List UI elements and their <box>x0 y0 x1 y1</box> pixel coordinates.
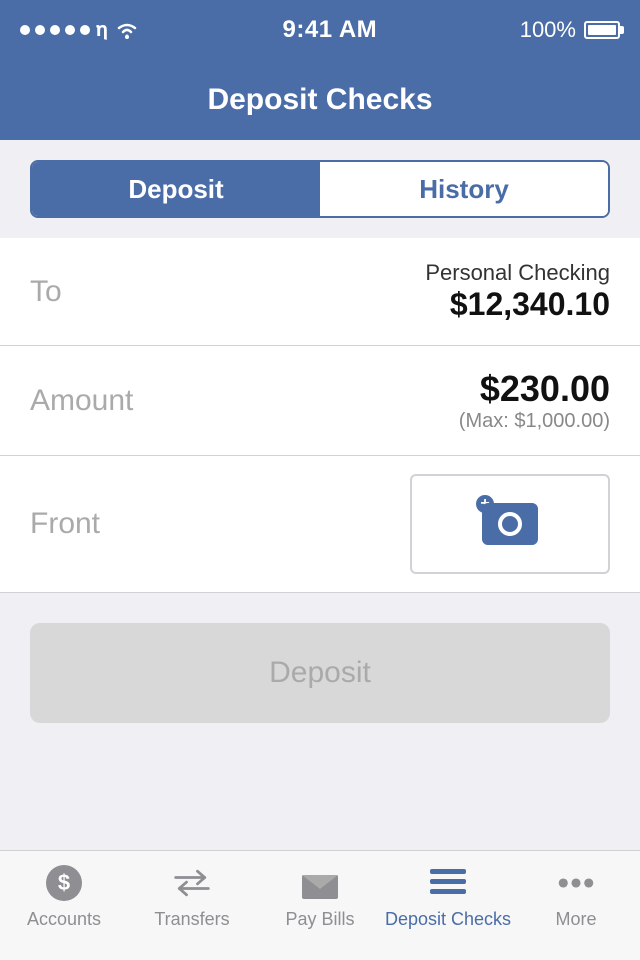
account-balance: $12,340.10 <box>425 286 610 323</box>
signal-dots <box>20 25 90 35</box>
deposit-submit-button[interactable]: Deposit <box>30 623 610 723</box>
tab-more[interactable]: More <box>512 863 640 930</box>
page-title: Deposit Checks <box>207 83 432 117</box>
tab-deposit-checks[interactable]: Deposit Checks <box>384 863 512 930</box>
battery-percent: 100% <box>520 17 576 43</box>
account-info: Personal Checking $12,340.10 <box>425 260 610 323</box>
history-tab[interactable]: History <box>320 162 608 216</box>
amount-value: $230.00 <box>459 368 610 410</box>
status-left: 𝛈 <box>20 19 140 42</box>
account-name: Personal Checking <box>425 260 610 286</box>
status-time: 9:41 AM <box>283 16 378 44</box>
tab-more-label: More <box>555 909 596 930</box>
tab-transfers[interactable]: Transfers <box>128 863 256 930</box>
deposit-button-wrap: Deposit <box>0 593 640 753</box>
amount-row[interactable]: Amount $230.00 (Max: $1,000.00) <box>0 346 640 456</box>
tab-accounts-label: Accounts <box>27 909 101 930</box>
camera-icon: + <box>482 503 538 545</box>
accounts-icon: $ <box>46 865 82 901</box>
form-area: To Personal Checking $12,340.10 Amount $… <box>0 238 640 593</box>
transfers-icon <box>172 865 212 901</box>
pay-bills-icon <box>300 865 340 901</box>
status-bar: 𝛈 9:41 AM 100% <box>0 0 640 60</box>
to-row[interactable]: To Personal Checking $12,340.10 <box>0 238 640 346</box>
to-label: To <box>30 275 62 309</box>
segment-control[interactable]: Deposit History <box>30 160 610 218</box>
camera-button[interactable]: + <box>410 474 610 574</box>
amount-info: $230.00 (Max: $1,000.00) <box>459 368 610 433</box>
tab-pay-bills-label: Pay Bills <box>285 909 354 930</box>
tab-bar: $ Accounts Transfers Pay Bills <box>0 850 640 960</box>
nav-bar: Deposit Checks <box>0 60 640 140</box>
deposit-checks-icon <box>428 865 468 901</box>
deposit-tab[interactable]: Deposit <box>32 162 320 216</box>
battery-icon <box>584 21 620 39</box>
tab-accounts[interactable]: $ Accounts <box>0 863 128 930</box>
front-label: Front <box>30 507 100 541</box>
tab-deposit-checks-label: Deposit Checks <box>385 909 511 930</box>
tab-transfers-label: Transfers <box>154 909 229 930</box>
amount-max: (Max: $1,000.00) <box>459 410 610 433</box>
wifi-icon <box>114 20 140 40</box>
more-icon <box>556 865 596 901</box>
wifi-icon: 𝛈 <box>96 19 108 42</box>
amount-label: Amount <box>30 384 133 418</box>
tab-pay-bills[interactable]: Pay Bills <box>256 863 384 930</box>
status-right: 100% <box>520 17 620 43</box>
front-row: Front + <box>0 456 640 593</box>
